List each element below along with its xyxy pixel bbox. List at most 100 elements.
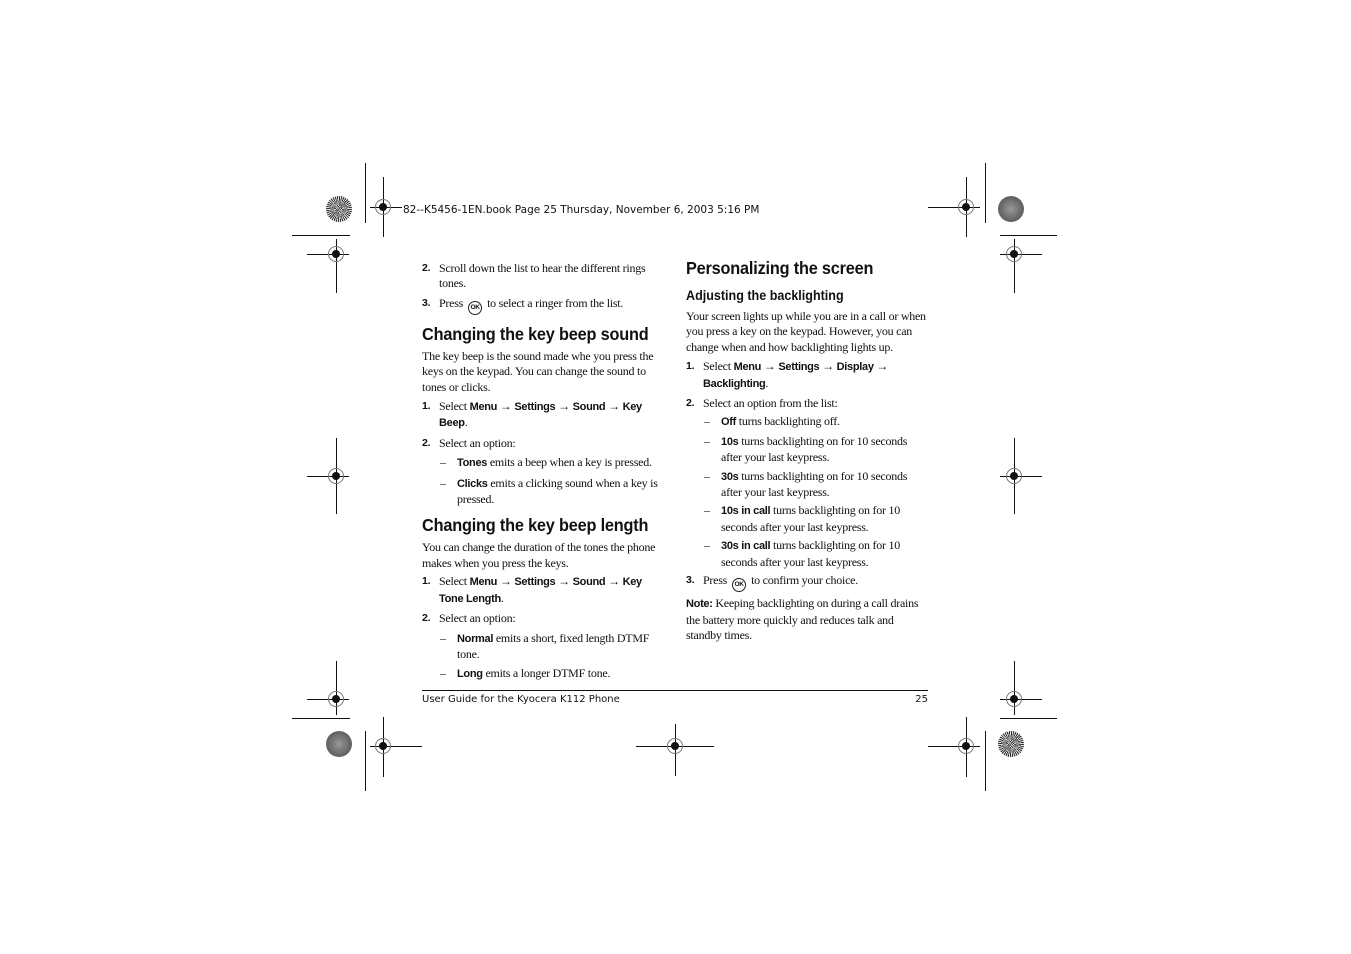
arrow-icon: → — [608, 399, 620, 414]
option-text: turns backlighting on for 10 seconds aft… — [721, 468, 908, 500]
paragraph-backlighting: Your screen lights up while you are in a… — [686, 309, 926, 354]
right-column: Personalizing the screen Adjusting the b… — [686, 258, 928, 643]
option-term: 30s — [721, 470, 739, 483]
crop-mark — [292, 718, 350, 719]
registration-mark-icon — [328, 691, 344, 707]
crop-mark — [292, 235, 350, 236]
step-text: Select — [439, 574, 467, 589]
registration-mark-icon — [375, 199, 391, 215]
option-clicks: – Clicks emits a clicking sound when a k… — [422, 476, 664, 508]
step-text: to confirm your choice. — [751, 573, 858, 588]
registration-mark-icon — [958, 738, 974, 754]
step-3-press-ok: 3. Press OK to select a ringer from the li… — [422, 296, 664, 315]
option-long: – Long emits a longer DTMF tone. — [422, 666, 664, 682]
footer-rule — [422, 690, 928, 691]
page-number: 25 — [915, 694, 928, 705]
dash-bullet: – — [704, 468, 710, 483]
step-text: Scroll down the list to hear the differe… — [439, 261, 646, 291]
step-1-select-key-tone-length: 1. Select Menu → Settings → Sound → Key … — [422, 574, 664, 607]
arrow-icon: → — [499, 574, 512, 589]
color-bar-gray-icon — [326, 731, 352, 757]
note: Note: Keeping backlighting on during a c… — [686, 596, 928, 643]
arrow-icon: → — [876, 359, 889, 374]
menu-path-item: Settings — [778, 361, 820, 374]
arrow-icon: → — [499, 399, 512, 414]
step-text: Select an option: — [439, 611, 516, 626]
step-2-scroll: 2. Scroll down the list to hear the diff… — [422, 261, 664, 292]
step-number: 3. — [686, 574, 695, 587]
step-number: 2. — [422, 436, 431, 449]
crop-mark — [365, 163, 366, 223]
registration-mark-icon — [1006, 246, 1022, 262]
dash-bullet: – — [704, 503, 710, 518]
step-1-select-backlighting: 1. Select Menu → Settings → Display → Ba… — [686, 359, 928, 392]
heading-key-beep-sound: Changing the key beep sound — [422, 323, 649, 344]
option-term: 10s — [721, 435, 739, 448]
punctuation: . — [765, 375, 769, 390]
crop-mark — [1000, 718, 1057, 719]
registration-mark-icon — [667, 738, 683, 754]
menu-path-item: Menu — [469, 576, 498, 589]
option-30s: – 30s turns backlighting on for 10 secon… — [686, 469, 928, 501]
option-10s: – 10s turns backlighting on for 10 secon… — [686, 434, 928, 466]
dash-bullet: – — [704, 433, 710, 448]
dash-bullet: – — [440, 630, 446, 645]
ok-key-icon: OK — [468, 300, 483, 315]
registration-mark-icon — [328, 468, 344, 484]
arrow-icon: → — [558, 399, 570, 414]
option-text: turns backlighting off. — [738, 414, 840, 429]
step-text: Select an option from the list: — [703, 396, 838, 411]
menu-path-item: Backlighting — [703, 377, 766, 390]
arrow-icon: → — [558, 574, 570, 589]
option-off: – Off turns backlighting off. — [686, 414, 928, 430]
step-1-select-key-beep: 1. Select Menu → Settings → Sound → Key … — [422, 399, 664, 432]
option-term: 10s in call — [721, 505, 771, 518]
option-text: turns backlighting on for 10 seconds aft… — [721, 433, 908, 465]
menu-path-item: Settings — [514, 576, 556, 589]
step-text: Select an option: — [439, 435, 516, 450]
step-2-select-option: 2. Select an option: — [422, 436, 664, 451]
note-text: Keeping backlighting on during a call dr… — [686, 596, 919, 642]
step-text: Press — [703, 573, 728, 588]
step-number: 2. — [686, 397, 695, 410]
menu-path-item: Display — [836, 361, 874, 374]
arrow-icon: → — [822, 359, 834, 374]
registration-mark-icon — [958, 199, 974, 215]
option-text: emits a clicking sound when a key is pre… — [457, 475, 658, 507]
step-text: Select — [439, 399, 467, 414]
step-number: 1. — [422, 400, 431, 413]
dash-bullet: – — [704, 414, 710, 429]
step-3-confirm: 3. Press OK to confirm your choice. — [686, 573, 928, 593]
menu-path-item: Sound — [572, 576, 606, 589]
menu-path-item: Menu — [733, 361, 762, 374]
step-number: 2. — [422, 262, 431, 274]
menu-path-item: Sound — [572, 401, 606, 414]
option-term: 30s in call — [721, 540, 771, 553]
print-slug: 82--K5456-1EN.book Page 25 Thursday, Nov… — [403, 204, 760, 216]
step-number: 3. — [422, 296, 431, 309]
heading-personalizing-screen: Personalizing the screen — [686, 258, 874, 278]
step-text: to select a ringer from the list. — [487, 295, 624, 310]
option-term: Tones — [457, 457, 488, 470]
option-term: Off — [721, 416, 736, 429]
dash-bullet: – — [440, 666, 446, 681]
arrow-icon: → — [608, 574, 620, 589]
ok-key-icon: OK — [732, 578, 747, 593]
option-term: Long — [457, 668, 483, 681]
step-2-select-option: 2. Select an option: — [422, 611, 664, 626]
registration-mark-icon — [328, 246, 344, 262]
step-number: 1. — [422, 575, 431, 588]
option-text: emits a beep when a key is pressed. — [489, 455, 652, 470]
note-label: Note: — [686, 598, 713, 611]
option-term: Normal — [457, 632, 494, 645]
dash-bullet: – — [440, 475, 446, 490]
dash-bullet: – — [440, 455, 446, 470]
option-text: emits a longer DTMF tone. — [485, 666, 611, 681]
crop-mark — [985, 731, 986, 791]
paragraph-key-beep-sound: The key beep is the sound made whe you p… — [422, 348, 654, 394]
paragraph-key-beep-length: You can change the duration of the tones… — [422, 540, 656, 570]
subheading-backlighting: Adjusting the backlighting — [686, 288, 844, 303]
step-2-select-option: 2. Select an option from the list: — [686, 396, 928, 411]
registration-mark-icon — [1006, 691, 1022, 707]
registration-mark-icon — [375, 738, 391, 754]
